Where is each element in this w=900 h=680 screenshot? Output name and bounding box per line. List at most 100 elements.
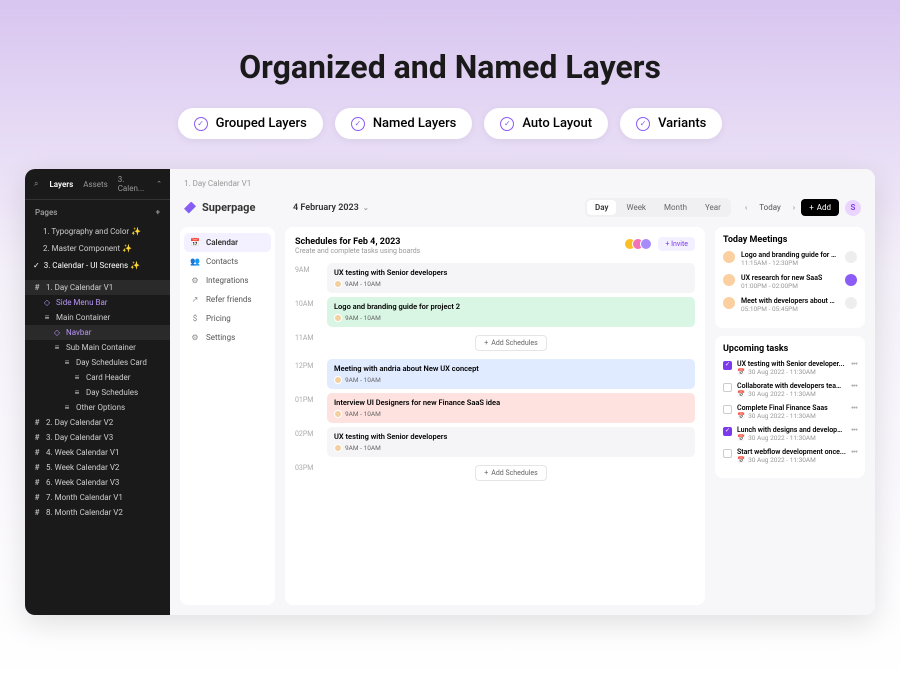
task-checkbox[interactable]	[723, 405, 732, 414]
event-time: 9AM - 10AM	[334, 280, 688, 288]
layer-item[interactable]: # 5. Week Calendar V2	[25, 460, 170, 475]
event-title: Meeting with andria about New UX concept	[334, 364, 688, 373]
layer-item[interactable]: # 6. Week Calendar V3	[25, 475, 170, 490]
meeting-title: UX research for new SaaS	[741, 274, 839, 282]
chevron-left-icon[interactable]: ‹	[745, 203, 747, 212]
layer-item[interactable]: ◇ Side Menu Bar	[25, 295, 170, 310]
nav-label: Calendar	[206, 238, 238, 247]
schedule-event[interactable]: Meeting with andria about New UX concept…	[327, 359, 695, 389]
meeting-item[interactable]: Logo and branding guide for UX... 11:15A…	[723, 251, 857, 267]
event-title: UX testing with Senior developers	[334, 268, 688, 277]
meetings-title: Today Meetings	[723, 235, 857, 245]
meeting-action-icon[interactable]	[845, 274, 857, 286]
meeting-action-icon[interactable]	[845, 251, 857, 263]
nav-item-integrations[interactable]: ⚙ Integrations	[184, 271, 271, 290]
brand-logo-icon	[184, 202, 196, 214]
meeting-item[interactable]: UX research for new SaaS 01:00PM - 02:00…	[723, 274, 857, 290]
breadcrumb: 1. Day Calendar V1	[184, 179, 251, 188]
more-icon[interactable]: •••	[851, 448, 857, 458]
task-checkbox[interactable]	[723, 383, 732, 392]
search-icon[interactable]: ⌕	[33, 179, 39, 189]
calendar-icon: 📅	[737, 390, 745, 398]
file-dropdown[interactable]: 3. Calen...	[118, 175, 146, 193]
add-page-icon[interactable]: +	[156, 208, 160, 217]
plus-icon: +	[809, 203, 814, 212]
invite-button[interactable]: + Invite	[658, 237, 695, 251]
breadcrumb-row: 1. Day Calendar V1	[170, 169, 875, 198]
chevron-down-icon[interactable]: ⌃	[156, 180, 162, 188]
add-schedule-label: Add Schedules	[491, 469, 537, 477]
task-time: 📅30 Aug 2022 - 11:30AM	[737, 390, 846, 398]
meeting-item[interactable]: Meet with developers about UI... 05:10PM…	[723, 297, 857, 313]
today-button[interactable]: Today	[753, 200, 787, 215]
check-icon: ✓	[351, 117, 365, 131]
layer-item[interactable]: ≡ Day Schedules Card	[25, 355, 170, 370]
schedule-event[interactable]: UX testing with Senior developers 9AM - …	[327, 427, 695, 457]
task-checkbox[interactable]	[723, 449, 732, 458]
layer-item[interactable]: # 8. Month Calendar V2	[25, 505, 170, 520]
page-item[interactable]: 1. Typography and Color ✨	[25, 223, 170, 240]
layer-item[interactable]: # 7. Month Calendar V1	[25, 490, 170, 505]
more-icon[interactable]: •••	[851, 360, 857, 370]
layer-label: 3. Day Calendar V3	[46, 433, 113, 442]
task-title: Collaborate with developers team...	[737, 382, 846, 390]
nav-item-refer-friends[interactable]: ↗ Refer friends	[184, 290, 271, 309]
layer-item[interactable]: ≡ Day Schedules	[25, 385, 170, 400]
tasks-title: Upcoming tasks	[723, 344, 857, 354]
tab-layers[interactable]: Layers	[49, 180, 73, 189]
layer-item[interactable]: # 2. Day Calendar V2	[25, 415, 170, 430]
layer-label: Side Menu Bar	[56, 298, 108, 307]
layer-item[interactable]: # 3. Day Calendar V3	[25, 430, 170, 445]
nav-item-settings[interactable]: ⚙ Settings	[184, 328, 271, 347]
layer-type-icon: ≡	[53, 343, 61, 352]
schedule-subtitle: Create and complete tasks using boards	[295, 247, 420, 255]
layer-item[interactable]: # 1. Day Calendar V1	[25, 280, 170, 295]
task-item: Collaborate with developers team... 📅30 …	[723, 382, 857, 398]
layer-item[interactable]: # 4. Week Calendar V1	[25, 445, 170, 460]
task-checkbox[interactable]	[723, 427, 732, 436]
date-selector[interactable]: 4 February 2023 ⌄	[293, 203, 369, 213]
meeting-action-icon[interactable]	[845, 297, 857, 309]
time-row: 03PM + Add Schedules	[295, 461, 695, 485]
more-icon[interactable]: •••	[851, 404, 857, 414]
add-label: Add	[817, 203, 831, 212]
layer-item[interactable]: ◇ Navbar	[25, 325, 170, 340]
check-icon: ✓	[194, 117, 208, 131]
add-schedule-button[interactable]: + Add Schedules	[475, 335, 546, 351]
nav-icon: 📅	[190, 238, 200, 247]
schedule-event[interactable]: UX testing with Senior developers 9AM - …	[327, 263, 695, 293]
add-schedule-button[interactable]: + Add Schedules	[475, 465, 546, 481]
layer-type-icon: #	[33, 283, 41, 292]
schedule-event[interactable]: Logo and branding guide for project 2 9A…	[327, 297, 695, 327]
view-tab-month[interactable]: Month	[656, 200, 695, 215]
view-tab-day[interactable]: Day	[587, 200, 616, 215]
layer-item[interactable]: ≡ Sub Main Container	[25, 340, 170, 355]
layer-item[interactable]: ≡ Other Options	[25, 400, 170, 415]
more-icon[interactable]: •••	[851, 426, 857, 436]
nav-item-calendar[interactable]: 📅 Calendar	[184, 233, 271, 252]
meeting-time: 11:15AM - 12:30PM	[741, 259, 839, 267]
nav-item-contacts[interactable]: 👥 Contacts	[184, 252, 271, 271]
layer-label: 2. Day Calendar V2	[46, 418, 113, 427]
view-tabs: DayWeekMonthYear	[585, 198, 731, 217]
chevron-right-icon[interactable]: ›	[793, 203, 795, 212]
task-checkbox[interactable]	[723, 361, 732, 370]
layer-item[interactable]: ≡ Main Container	[25, 310, 170, 325]
add-button[interactable]: + Add	[801, 199, 839, 216]
time-row: 02PM UX testing with Senior developers 9…	[295, 427, 695, 457]
page-item[interactable]: 2. Master Component ✨	[25, 240, 170, 257]
badge-label: Grouped Layers	[216, 116, 307, 131]
layer-item[interactable]: ≡ Card Header	[25, 370, 170, 385]
schedule-event[interactable]: Interview UI Designers for new Finance S…	[327, 393, 695, 423]
view-tab-week[interactable]: Week	[618, 200, 654, 215]
tab-assets[interactable]: Assets	[83, 180, 107, 189]
nav-icon: ⚙	[190, 276, 200, 285]
time-row: 11AM + Add Schedules	[295, 331, 695, 355]
nav-item-pricing[interactable]: $ Pricing	[184, 309, 271, 328]
nav-icon: 👥	[190, 257, 200, 266]
more-icon[interactable]: •••	[851, 382, 857, 392]
page-item[interactable]: ✓3. Calendar - UI Screens ✨	[25, 257, 170, 274]
user-avatar[interactable]: S	[845, 200, 861, 216]
view-tab-year[interactable]: Year	[697, 200, 729, 215]
calendar-icon: 📅	[737, 456, 745, 464]
